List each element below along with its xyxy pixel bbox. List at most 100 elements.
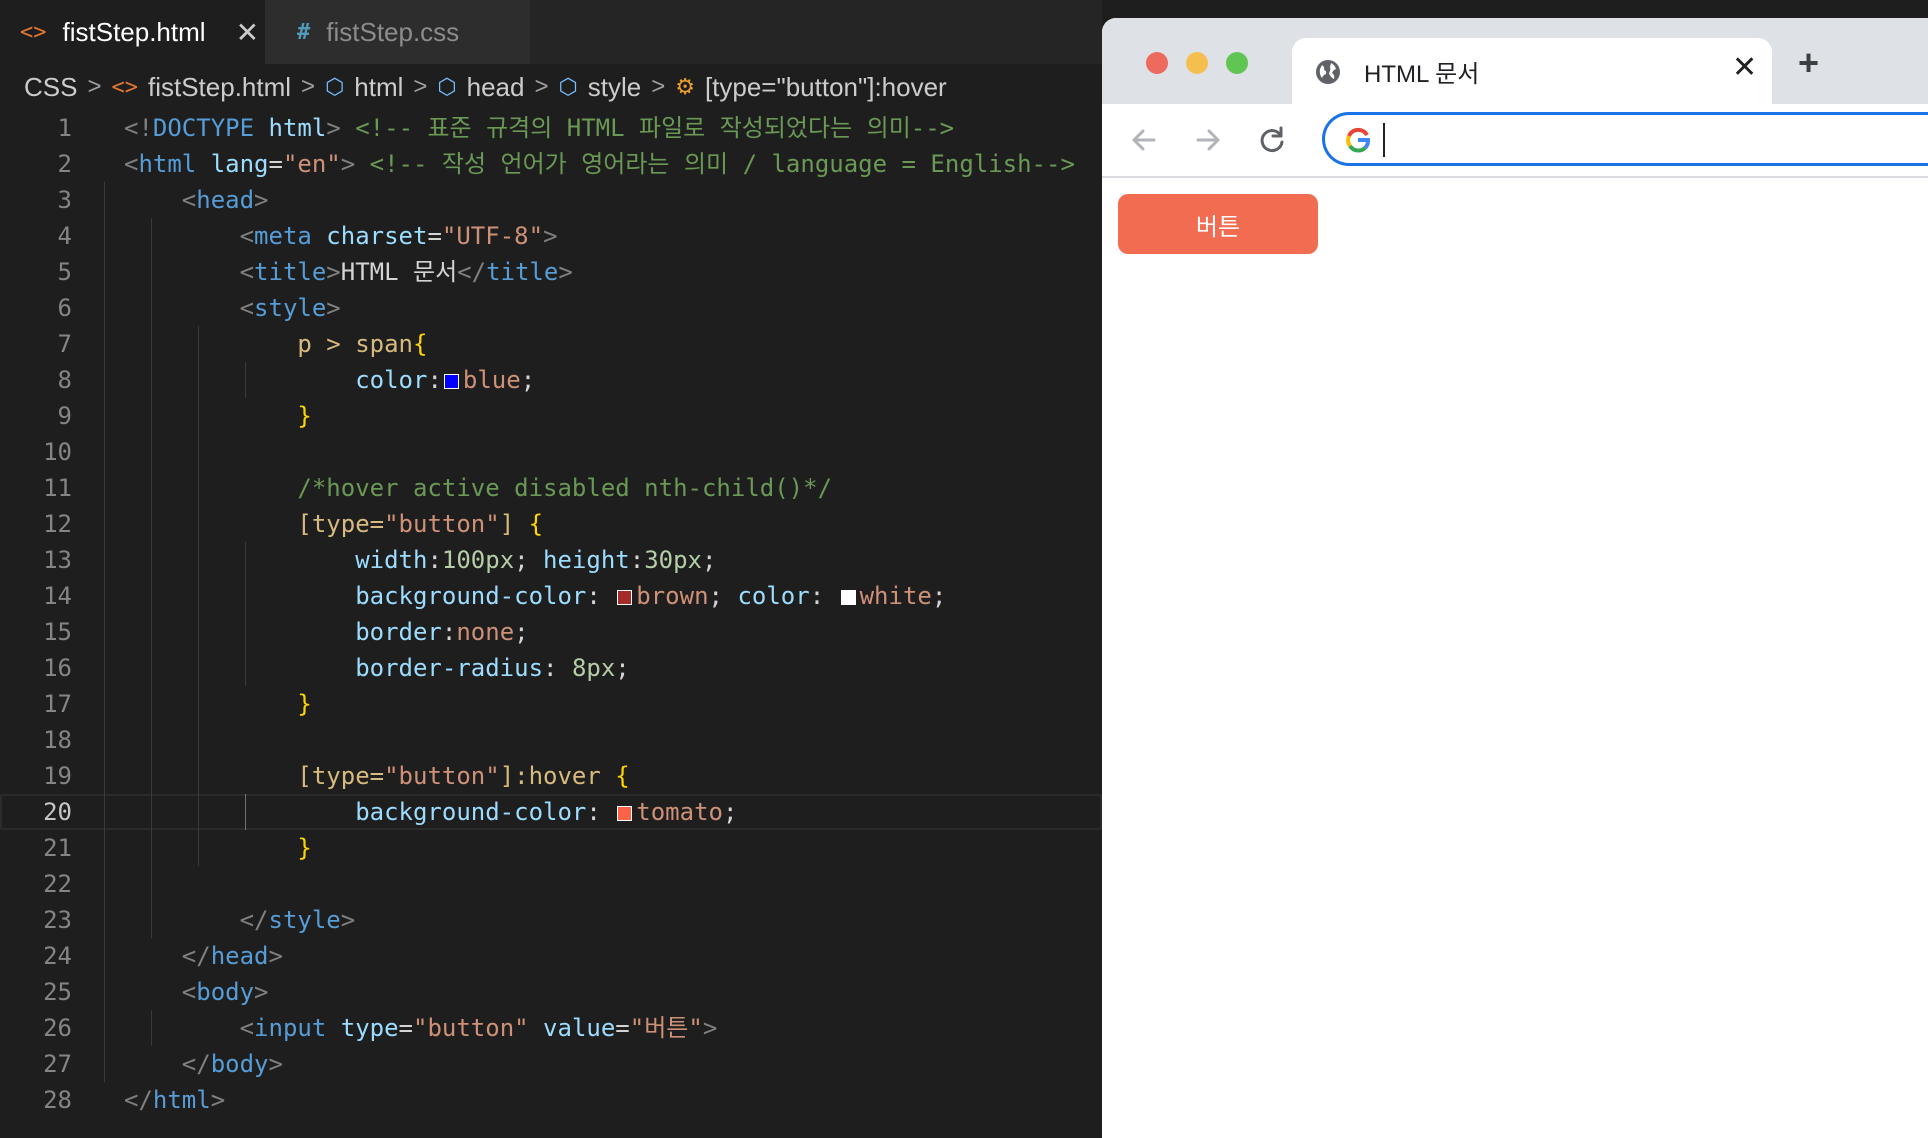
chevron-right-icon: > — [534, 73, 549, 100]
code-line[interactable]: 10 — [0, 434, 1102, 470]
code-line[interactable]: 19 [type="button"]:hover { — [0, 758, 1102, 794]
new-tab-button[interactable]: + — [1798, 42, 1819, 84]
breadcrumb-item-file[interactable]: <> fistStep.html — [111, 72, 291, 103]
line-number: 9 — [57, 402, 72, 430]
breadcrumb-item-head[interactable]: ⬡ head — [437, 72, 524, 103]
code-text: <style> — [124, 290, 341, 326]
line-number: 8 — [57, 366, 72, 394]
indent-guide — [104, 254, 105, 290]
code-line[interactable]: 28 </html> — [0, 1082, 1102, 1118]
code-token: <!-- 작성 언어가 영어라는 의미 / language = English… — [355, 150, 1075, 178]
code-token: ] — [499, 510, 515, 538]
code-line[interactable]: 8 color: blue; — [0, 362, 1102, 398]
code-line[interactable]: 14 background-color: brown; color: white… — [0, 578, 1102, 614]
code-token: > — [702, 1014, 718, 1042]
forward-arrow-icon[interactable] — [1190, 122, 1226, 158]
code-token: ]:hover — [499, 762, 601, 790]
code-line[interactable]: 7 p > span{ — [0, 326, 1102, 362]
code-line[interactable]: 2 <html lang="en"> <!-- 작성 언어가 영어라는 의미 / … — [0, 146, 1102, 182]
window-minimize-button[interactable] — [1186, 52, 1208, 74]
code-line[interactable]: 12 [type="button"] { — [0, 506, 1102, 542]
window-maximize-button[interactable] — [1226, 52, 1248, 74]
indent-guide — [104, 218, 105, 254]
code-line[interactable]: 4 <meta charset="UTF-8"> — [0, 218, 1102, 254]
code-token: "button" — [384, 762, 500, 790]
indent-guide — [104, 866, 105, 902]
code-line[interactable]: 17 } — [0, 686, 1102, 722]
code-token: [type= — [297, 510, 385, 538]
html-file-icon: <> — [111, 74, 138, 100]
code-token: <!-- 표준 규격의 HTML 파일로 작성되었다는 의미--> — [340, 114, 955, 142]
code-line[interactable]: 24 </head> — [0, 938, 1102, 974]
code-text: /*hover active disabled nth-child()*/ — [124, 470, 832, 506]
window-close-button[interactable] — [1146, 52, 1168, 74]
code-token: brown — [636, 582, 709, 610]
code-line[interactable]: 13 width:100px; height:30px; — [0, 542, 1102, 578]
code-token: body — [210, 1050, 269, 1078]
code-token: head — [210, 942, 269, 970]
line-number: 14 — [43, 582, 72, 610]
code-line[interactable]: 23 </style> — [0, 902, 1102, 938]
code-text: } — [124, 686, 311, 722]
code-line[interactable]: 9 } — [0, 398, 1102, 434]
code-area[interactable]: 1 <!DOCTYPE html> <!-- 표준 규격의 HTML 파일로 작성… — [0, 110, 1102, 1118]
code-line[interactable]: 20 background-color: tomato; — [0, 794, 1102, 830]
breadcrumb-item-style[interactable]: ⬡ style — [559, 72, 642, 103]
color-swatch-icon[interactable] — [443, 374, 459, 389]
code-token: DOCTYPE — [152, 114, 255, 142]
close-icon[interactable]: ✕ — [1732, 50, 1757, 85]
code-text: </head> — [124, 938, 283, 974]
back-arrow-icon[interactable] — [1126, 122, 1162, 158]
code-line[interactable]: 21 } — [0, 830, 1102, 866]
breadcrumb-item-folder[interactable]: CSS — [24, 72, 77, 103]
code-line[interactable]: 26 <input type="button" value="버튼"> — [0, 1010, 1102, 1046]
globe-icon — [1316, 60, 1340, 84]
close-icon[interactable]: ✕ — [236, 16, 259, 49]
code-line[interactable]: 22 — [0, 866, 1102, 902]
code-token: width — [355, 546, 428, 574]
code-token: : — [427, 366, 442, 394]
line-number: 3 — [57, 186, 72, 214]
code-text: } — [124, 398, 311, 434]
code-token: charset — [326, 222, 428, 250]
code-line[interactable]: 25 <body> — [0, 974, 1102, 1010]
code-line[interactable]: 16 border-radius: 8px; — [0, 650, 1102, 686]
indent-guide — [104, 434, 105, 470]
breadcrumb-label: CSS — [24, 71, 78, 102]
breadcrumb-item-html[interactable]: ⬡ html — [325, 72, 403, 103]
breadcrumb-item-selector[interactable]: ⚙ [type="button"]:hover — [675, 72, 947, 103]
code-line[interactable]: 18 — [0, 722, 1102, 758]
code-line[interactable]: 1 <!DOCTYPE html> <!-- 표준 규격의 HTML 파일로 작성… — [0, 110, 1102, 146]
address-bar[interactable] — [1322, 112, 1928, 166]
tab-fiststep-html[interactable]: <> fistStep.html ✕ — [0, 0, 265, 64]
reload-icon[interactable] — [1254, 122, 1290, 158]
demo-button[interactable] — [1118, 194, 1318, 254]
address-input[interactable] — [1383, 121, 1887, 159]
code-token: tomato — [636, 798, 723, 826]
code-line[interactable]: 6 <style> — [0, 290, 1102, 326]
code-line[interactable]: 11 /*hover active disabled nth-child()*/ — [0, 470, 1102, 506]
color-swatch-icon[interactable] — [617, 806, 633, 821]
code-line[interactable]: 27 </body> — [0, 1046, 1102, 1082]
element-cube-icon: ⬡ — [558, 74, 578, 99]
code-token: </ — [457, 258, 487, 286]
code-line[interactable]: 3 <head> — [0, 182, 1102, 218]
code-token: style — [268, 906, 341, 934]
browser-tab[interactable]: HTML 문서 ✕ — [1292, 38, 1772, 104]
code-token: : — [629, 546, 645, 574]
code-line[interactable]: 15 border:none; — [0, 614, 1102, 650]
tab-fiststep-css[interactable]: # fistStep.css — [265, 0, 530, 64]
color-swatch-icon[interactable] — [840, 590, 856, 605]
code-token: background-color — [355, 582, 587, 610]
code-line[interactable]: 5 <title>HTML 문서</title> — [0, 254, 1102, 290]
color-swatch-icon[interactable] — [617, 590, 633, 605]
line-number: 17 — [43, 690, 72, 718]
code-token: input — [254, 1014, 327, 1042]
